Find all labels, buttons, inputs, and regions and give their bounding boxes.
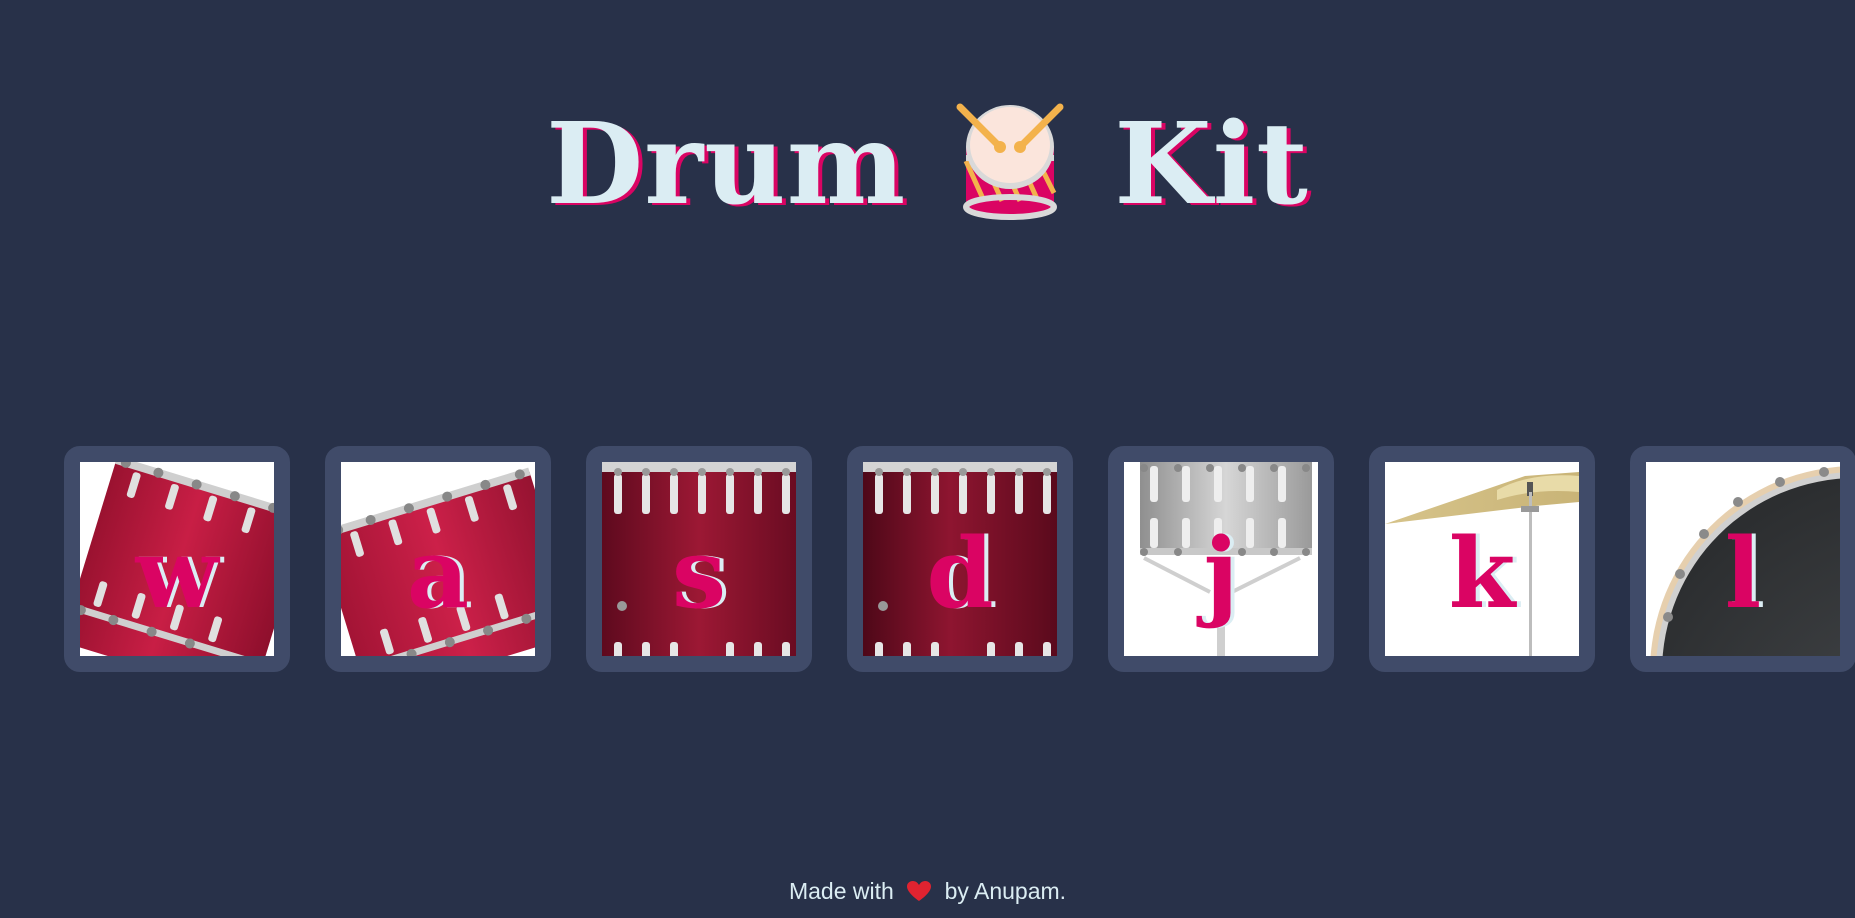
drum-key-label: k (1448, 516, 1516, 630)
drum-button-d[interactable]: d (847, 446, 1073, 672)
drum-kit-page: Drum Kit w a s d j k l Made with by Anup… (0, 0, 1855, 918)
drum-key-label: d (926, 516, 994, 630)
drum-button-w[interactable]: w (64, 446, 290, 672)
title-drum-word: Drum (546, 99, 907, 230)
drum-button-j[interactable]: j (1108, 446, 1334, 672)
title-kit-word: Kit (1114, 99, 1309, 230)
page-title: Drum Kit (0, 90, 1855, 240)
drum-key-label: w (135, 516, 219, 630)
drum-button-l[interactable]: l (1630, 446, 1855, 672)
drum-button-a[interactable]: a (325, 446, 551, 672)
heart-icon (907, 881, 932, 901)
footer-made-with: Made with (788, 878, 894, 904)
footer: Made with by Anupam. (0, 878, 1855, 905)
drum-set: w a s d j k l (64, 446, 1855, 672)
footer-author: by Anupam. (944, 878, 1067, 904)
drum-button-s[interactable]: s (586, 446, 812, 672)
drum-key-label: a (406, 516, 470, 630)
drum-icon (956, 103, 1064, 220)
drum-key-label: j (1203, 516, 1239, 630)
drum-button-k[interactable]: k (1369, 446, 1595, 672)
drum-key-label: l (1724, 516, 1762, 630)
drum-key-label: s (671, 516, 727, 630)
